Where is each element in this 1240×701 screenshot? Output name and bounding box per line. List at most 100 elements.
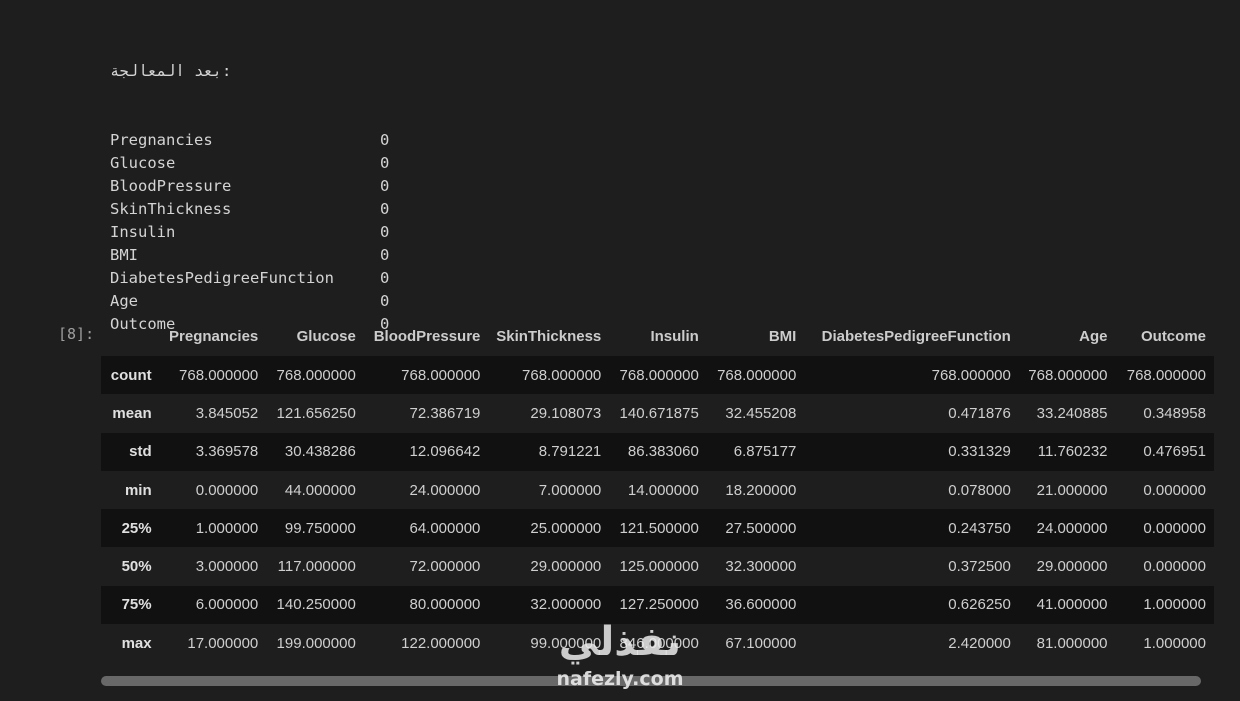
table-cell: 768.000000 [401, 366, 481, 384]
table-cell: 3.369578 [195, 443, 259, 461]
column-header: Glucose [296, 327, 356, 345]
table-cell: 99.000000 [530, 634, 602, 652]
table-cell: 0.243750 [948, 519, 1011, 537]
describe-table: Pregnancies Glucose BloodPressure SkinThick… [101, 316, 1214, 663]
table-cell: 41.000000 [1036, 596, 1108, 614]
table-cell: 0.476951 [1143, 443, 1206, 461]
column-header: Outcome [1140, 327, 1206, 345]
table-cell: 125.000000 [619, 558, 699, 576]
table-cell: 1.000000 [195, 519, 259, 537]
table-cell: 0.372500 [948, 558, 1011, 576]
scrollbar-thumb[interactable] [101, 676, 1201, 686]
table-cell: 2.420000 [948, 634, 1011, 652]
table-cell: 32.455208 [725, 404, 797, 422]
table-cell: 21.000000 [1036, 481, 1108, 499]
table-cell: 121.656250 [276, 404, 356, 422]
table-cell: 17.000000 [187, 634, 259, 652]
table-cell: 81.000000 [1036, 634, 1108, 652]
null-count-row: Glucose 0 [110, 152, 389, 175]
null-count-row: SkinThickness 0 [110, 198, 389, 221]
table-body: count 768.000000 768.000000 768.000000 768.0… [101, 356, 1214, 663]
column-name: Insulin [110, 223, 176, 241]
table-cell: 24.000000 [1036, 519, 1108, 537]
table-cell: 64.000000 [409, 519, 481, 537]
describe-table-container[interactable]: Pregnancies Glucose BloodPressure SkinThick… [101, 316, 1214, 664]
column-name: Age [110, 292, 138, 310]
column-header: Insulin [650, 327, 699, 345]
table-cell: 768.000000 [931, 366, 1011, 384]
table-cell: 768.000000 [179, 366, 259, 384]
table-cell: 6.875177 [733, 443, 797, 461]
null-count-list: Pregnancies 0 Glucose 0 BloodPressure 0 SkinTh… [110, 129, 389, 336]
null-count-row: Age 0 [110, 290, 389, 313]
table-cell: 29.108073 [530, 404, 602, 422]
table-row: 50% 3.000000 117.000000 72.000000 29.000000 1… [101, 547, 1214, 586]
table-cell: 768.000000 [1028, 366, 1108, 384]
table-header: Pregnancies Glucose BloodPressure SkinThick… [101, 316, 1214, 356]
table-cell: 3.845052 [195, 404, 259, 422]
null-count-row: BMI 0 [110, 244, 389, 267]
row-index-label: 75% [121, 596, 152, 614]
column-name: Pregnancies [110, 131, 213, 149]
table-cell: 0.000000 [1143, 519, 1206, 537]
null-count-row: Insulin 0 [110, 221, 389, 244]
table-cell: 6.000000 [195, 596, 259, 614]
table-cell: 44.000000 [284, 481, 356, 499]
table-row: min 0.000000 44.000000 24.000000 7.000000 14.… [101, 470, 1214, 510]
null-count-row: Pregnancies 0 [110, 129, 389, 152]
table-cell: 846.000000 [619, 634, 699, 652]
null-count-row: DiabetesPedigreeFunction 0 [110, 267, 389, 290]
table-cell: 14.000000 [627, 481, 699, 499]
table-cell: 32.000000 [530, 596, 602, 614]
column-header: BMI [768, 327, 797, 345]
null-count-value: 0 [380, 223, 390, 241]
header-row: Pregnancies Glucose BloodPressure SkinThick… [101, 316, 1214, 356]
table-row: mean 3.845052 121.656250 72.386719 29.108073… [101, 394, 1214, 433]
table-cell: 99.750000 [284, 519, 356, 537]
output-header-text: بعد المعالجة: [110, 62, 232, 80]
null-count-value: 0 [380, 246, 390, 264]
row-index-label: std [129, 443, 152, 461]
table-cell: 12.096642 [409, 443, 481, 461]
table-row: 25% 1.000000 99.750000 64.000000 25.000000 12… [101, 509, 1214, 548]
row-index-label: count [110, 366, 152, 384]
table-cell: 30.438286 [284, 443, 356, 461]
table-cell: 768.000000 [1126, 366, 1206, 384]
table-cell: 768.000000 [522, 366, 602, 384]
table-cell: 80.000000 [409, 596, 481, 614]
table-row: 75% 6.000000 140.250000 80.000000 32.000000 1… [101, 585, 1214, 625]
table-cell: 0.348958 [1143, 404, 1206, 422]
null-count-value: 0 [380, 177, 390, 195]
table-row: max 17.000000 199.000000 122.000000 99.00000… [101, 624, 1214, 663]
table-cell: 117.000000 [277, 558, 356, 576]
table-cell: 11.760232 [1037, 443, 1108, 461]
table-cell: 86.383060 [627, 443, 699, 461]
table-cell: 768.000000 [619, 366, 699, 384]
table-cell: 0.078000 [948, 481, 1011, 499]
column-name: Glucose [110, 154, 176, 172]
table-cell: 768.000000 [717, 366, 797, 384]
table-cell: 140.250000 [276, 596, 356, 614]
null-count-value: 0 [380, 154, 390, 172]
table-cell: 29.000000 [1036, 558, 1108, 576]
output-header-after: بعد المعالجة: [110, 60, 334, 83]
row-index-label: max [121, 634, 152, 652]
table-cell: 3.000000 [195, 558, 259, 576]
table-cell: 0.331329 [948, 443, 1011, 461]
column-header: DiabetesPedigreeFunction [821, 327, 1011, 345]
row-index-label: 50% [121, 558, 152, 576]
table-cell: 0.000000 [1143, 558, 1206, 576]
table-cell: 0.000000 [1143, 481, 1206, 499]
table-cell: 0.000000 [195, 481, 259, 499]
table-cell: 0.471876 [948, 404, 1011, 422]
table-cell: 72.000000 [409, 558, 481, 576]
horizontal-scrollbar[interactable] [101, 676, 1201, 686]
table-row: count 768.000000 768.000000 768.000000 768.0… [101, 356, 1214, 395]
table-cell: 25.000000 [530, 519, 602, 537]
row-index-label: min [124, 481, 152, 499]
null-count-value: 0 [380, 269, 390, 287]
index-header-corner [101, 316, 160, 356]
table-cell: 67.100000 [725, 634, 797, 652]
table-cell: 72.386719 [409, 404, 481, 422]
table-cell: 127.250000 [619, 596, 699, 614]
